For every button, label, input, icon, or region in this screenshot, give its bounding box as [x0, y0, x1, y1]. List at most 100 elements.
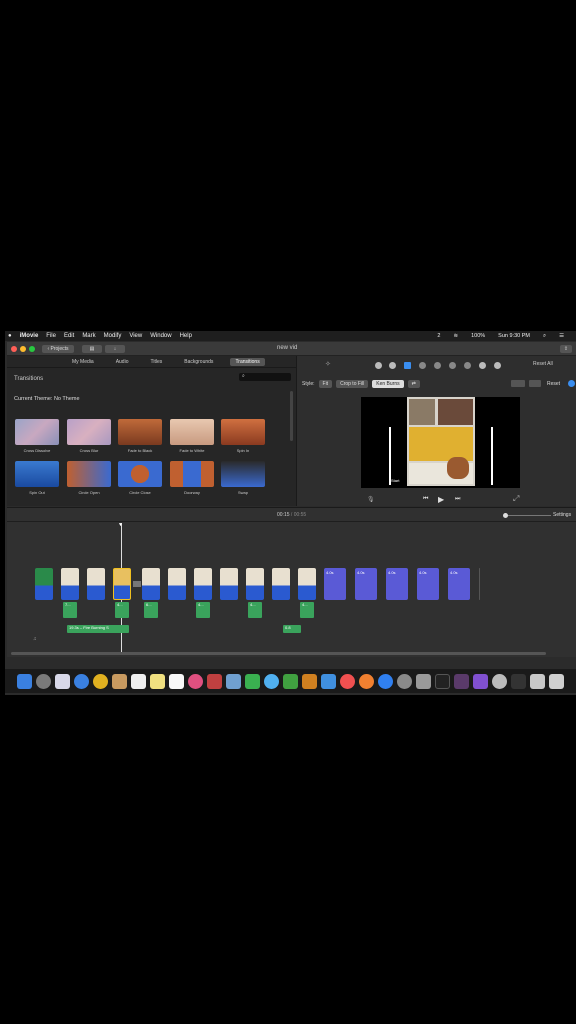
audio-clip[interactable]: 4... [115, 602, 129, 618]
audio-clip[interactable]: 4... [196, 602, 210, 618]
numbers-icon[interactable] [283, 673, 298, 689]
video-clip[interactable] [194, 568, 212, 600]
magic-wand-icon[interactable]: ✧ [325, 360, 331, 368]
swap-icon[interactable]: ⇄ [407, 380, 420, 388]
purple-clip[interactable]: 4.0s [324, 568, 346, 600]
apple-icon[interactable]: ● [8, 333, 12, 339]
messages-icon[interactable] [264, 673, 279, 689]
style-crop-button[interactable]: Crop to Fill [336, 380, 369, 388]
video-clip[interactable] [35, 568, 53, 600]
video-clip[interactable] [142, 568, 160, 600]
tab-transitions[interactable]: Transitions [230, 357, 265, 366]
play-icon[interactable]: ▶ [438, 495, 444, 504]
finder-icon[interactable] [17, 673, 32, 689]
video-clip[interactable] [272, 568, 290, 600]
launchpad-icon[interactable] [36, 673, 51, 689]
menu-imovie[interactable]: iMovie [20, 333, 39, 339]
transition-thumb[interactable] [15, 419, 59, 445]
stabilization-icon[interactable] [419, 362, 426, 369]
star-app-icon[interactable] [473, 673, 488, 689]
noise-reduction-icon[interactable] [449, 362, 456, 369]
transition-thumb[interactable] [170, 419, 214, 445]
notes-icon[interactable] [150, 673, 165, 689]
video-clip[interactable] [61, 568, 79, 600]
microphone-icon[interactable]: 🎙 [367, 496, 375, 503]
video-clip[interactable] [220, 568, 238, 600]
transition-thumb[interactable] [221, 419, 265, 445]
menu-window[interactable]: Window [150, 333, 171, 339]
trash-icon[interactable] [549, 673, 564, 689]
app-icon[interactable] [492, 673, 507, 689]
tab-backgrounds[interactable]: Backgrounds [179, 358, 218, 366]
downloads-icon[interactable] [511, 673, 526, 689]
system-preferences-icon[interactable] [397, 673, 412, 689]
transition-marker-icon[interactable] [133, 581, 141, 587]
image-capture-icon[interactable] [226, 673, 241, 689]
menu-help[interactable]: Help [180, 333, 192, 339]
transition-thumb[interactable] [170, 461, 214, 487]
imovie-icon[interactable] [454, 673, 469, 689]
menu-view[interactable]: View [129, 333, 142, 339]
camera-icon[interactable] [511, 380, 525, 387]
search-field[interactable]: ⌕ [239, 373, 291, 381]
facetime-icon[interactable] [245, 673, 260, 689]
import-button[interactable]: ↓ [105, 345, 125, 353]
chrome-icon[interactable] [93, 673, 108, 689]
crop-frame-icon[interactable] [529, 380, 541, 387]
clock[interactable]: Sun 9:30 PM [498, 333, 530, 339]
volume-icon[interactable] [434, 362, 441, 369]
tab-audio[interactable]: Audio [111, 358, 134, 366]
crop-icon[interactable] [404, 362, 411, 369]
minimize-button[interactable] [20, 346, 26, 352]
contacts-icon[interactable] [112, 673, 127, 689]
ibooks-icon[interactable] [359, 673, 374, 689]
menu-mark[interactable]: Mark [82, 333, 95, 339]
audio-clip[interactable]: 0.8 [283, 625, 301, 633]
style-kenburns-button[interactable]: Ken Burns [372, 380, 404, 388]
audio-clip[interactable]: 6... [144, 602, 158, 618]
pages-icon[interactable] [302, 673, 317, 689]
photo-booth-icon[interactable] [207, 673, 222, 689]
audio-clip[interactable]: 4... [248, 602, 262, 618]
music-track[interactable]: 19.3s – Fire Burning S [67, 625, 129, 633]
skip-forward-icon[interactable]: ⏭ [455, 496, 460, 503]
timeline-scrollbar[interactable] [11, 652, 546, 655]
browser-scrollbar[interactable] [290, 391, 293, 441]
info-icon[interactable] [494, 362, 501, 369]
tab-titles[interactable]: Titles [145, 358, 167, 366]
audio-clip[interactable]: 7... [63, 602, 77, 618]
purple-clip[interactable]: 4.0s [417, 568, 439, 600]
settings-button[interactable]: Settings [553, 512, 571, 518]
reset-button[interactable]: Reset [547, 381, 560, 387]
skip-back-icon[interactable]: ⏮ [423, 496, 428, 503]
menu-edit[interactable]: Edit [64, 333, 74, 339]
purple-clip[interactable]: 4.0s [355, 568, 377, 600]
zoom-button[interactable] [29, 346, 35, 352]
share-button[interactable]: ⇪ [560, 345, 572, 353]
fullscreen-icon[interactable]: ⤢ [513, 494, 519, 504]
color-correction-icon[interactable] [389, 362, 396, 369]
transition-thumb[interactable] [221, 461, 265, 487]
speed-icon[interactable] [464, 362, 471, 369]
safari-icon[interactable] [74, 673, 89, 689]
list-icon[interactable]: ☰ [559, 333, 564, 339]
documents-icon[interactable] [530, 673, 545, 689]
library-toggle-button[interactable]: ▤ [82, 345, 102, 353]
video-clip[interactable] [168, 568, 186, 600]
video-clip[interactable] [87, 568, 105, 600]
keynote-icon[interactable] [321, 673, 336, 689]
wifi-icon[interactable]: ≋ [453, 333, 458, 339]
playhead-marker-icon[interactable]: ▼ [118, 522, 123, 528]
close-button[interactable] [11, 346, 17, 352]
transition-thumb[interactable] [118, 419, 162, 445]
terminal-icon[interactable] [435, 673, 450, 689]
transition-thumb[interactable] [15, 461, 59, 487]
reset-all-button[interactable]: Reset All [533, 361, 553, 367]
search-icon[interactable]: ⌕ [543, 333, 546, 340]
projects-button[interactable]: ‹ Projects [42, 345, 74, 353]
menu-file[interactable]: File [46, 333, 56, 339]
battery-label[interactable]: 100% [471, 333, 485, 339]
video-clip-selected[interactable] [113, 568, 131, 600]
preview-icon[interactable] [55, 673, 70, 689]
clip-filter-icon[interactable] [479, 362, 486, 369]
